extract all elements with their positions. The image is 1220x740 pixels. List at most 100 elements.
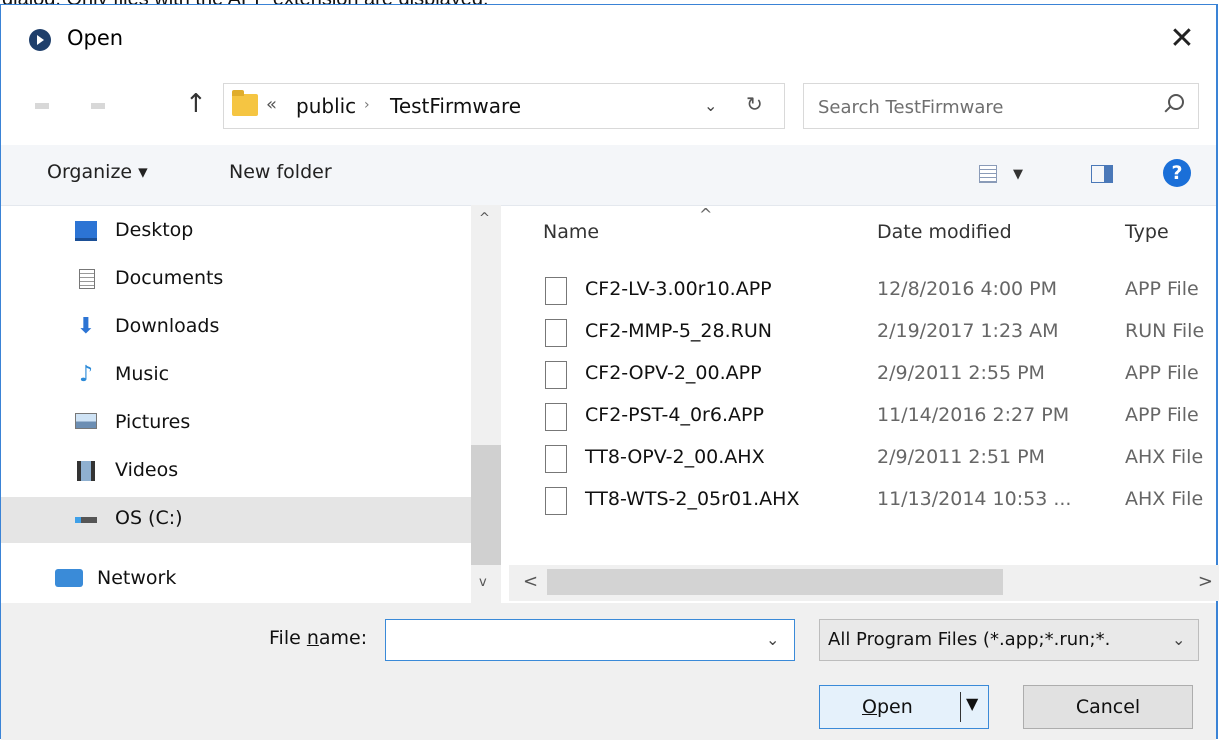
view-options-icon[interactable] (979, 165, 997, 183)
file-name-combobox[interactable]: ⌄ (385, 619, 795, 661)
file-type: APP File (1125, 404, 1199, 426)
breadcrumb-public[interactable]: public (296, 94, 356, 118)
back-forward-buttons[interactable] (31, 93, 151, 119)
preview-pane-icon[interactable] (1091, 165, 1113, 183)
file-row[interactable]: CF2-OPV-2_00.APP 2/9/2011 2:55 PM APP Fi… (509, 353, 1209, 399)
file-icon (545, 445, 567, 473)
forward-arrow-icon[interactable] (91, 103, 105, 109)
nav-item-downloads[interactable]: ⬇ Downloads (1, 305, 471, 351)
file-type: RUN File (1125, 320, 1205, 342)
file-name: CF2-OPV-2_00.APP (585, 362, 762, 384)
file-date: 12/8/2016 4:00 PM (877, 278, 1058, 300)
file-date: 2/9/2011 2:51 PM (877, 446, 1045, 468)
file-type: AHX File (1125, 446, 1204, 468)
file-row[interactable]: CF2-PST-4_0r6.APP 11/14/2016 2:27 PM APP… (509, 395, 1209, 441)
sort-ascending-icon: ^ (699, 205, 713, 224)
file-name-dropdown-icon[interactable]: ⌄ (766, 630, 779, 649)
nav-scroll-thumb[interactable] (471, 445, 501, 565)
documents-icon (79, 269, 95, 289)
file-date: 2/9/2011 2:55 PM (877, 362, 1045, 384)
music-icon: ♪ (78, 362, 94, 387)
open-dialog: Open ✕ ↑ « public › TestFirmware ⌄ ↻ Org… (0, 4, 1219, 740)
nav-item-label: Pictures (115, 411, 191, 433)
breadcrumb-testfirmware[interactable]: TestFirmware (390, 94, 521, 118)
file-type-filter[interactable]: All Program Files (*.app;*.run;*. ⌄ (819, 619, 1199, 661)
nav-item-documents[interactable]: Documents (1, 257, 471, 303)
desktop-icon (75, 221, 97, 241)
open-dropdown-icon[interactable]: ▼ (966, 694, 978, 713)
title-bar: Open ✕ (1, 5, 1216, 71)
scroll-right-icon[interactable]: > (1198, 571, 1213, 592)
file-type-filter-value: All Program Files (*.app;*.run;*. (828, 629, 1111, 650)
nav-item-videos[interactable]: Videos (1, 449, 471, 495)
nav-item-label: Documents (115, 267, 224, 289)
new-folder-button[interactable]: New folder (229, 161, 332, 183)
open-button[interactable]: Open ▼ (819, 685, 989, 729)
file-icon (545, 277, 567, 305)
address-bar[interactable]: « public › TestFirmware ⌄ ↻ (223, 83, 785, 129)
network-icon (55, 569, 83, 587)
file-type: APP File (1125, 362, 1199, 384)
window-title: Open (67, 26, 124, 50)
scroll-left-icon[interactable]: < (523, 571, 538, 592)
file-row[interactable]: TT8-OPV-2_00.AHX 2/9/2011 2:51 PM AHX Fi… (509, 437, 1209, 483)
nav-item-label: Downloads (115, 315, 220, 337)
view-dropdown-icon[interactable]: ▼ (1013, 167, 1023, 182)
help-icon[interactable]: ? (1163, 159, 1191, 187)
scroll-up-icon[interactable]: ^ (479, 211, 490, 226)
back-arrow-icon[interactable] (35, 103, 49, 109)
open-button-label: Open (862, 696, 913, 718)
filter-dropdown-icon[interactable]: ⌄ (1172, 630, 1185, 649)
file-row[interactable]: CF2-MMP-5_28.RUN 2/19/2017 1:23 AM RUN F… (509, 311, 1209, 357)
file-name: TT8-WTS-2_05r01.AHX (585, 488, 800, 510)
breadcrumb-separator: › (364, 97, 370, 113)
nav-item-os-c[interactable]: OS (C:) (1, 497, 471, 543)
file-scroll-thumb[interactable] (547, 569, 1003, 595)
command-toolbar: Organize ▾ New folder ▼ ? (1, 145, 1216, 206)
cancel-button[interactable]: Cancel (1023, 685, 1193, 729)
file-horizontal-scrollbar[interactable]: < > (509, 565, 1219, 601)
file-icon (545, 319, 567, 347)
file-name-label-end: ame: (318, 627, 368, 649)
search-input[interactable] (816, 93, 1140, 121)
file-icon (545, 361, 567, 389)
file-row[interactable]: CF2-LV-3.00r10.APP 12/8/2016 4:00 PM APP… (509, 269, 1209, 315)
file-name-input[interactable] (394, 626, 748, 656)
nav-item-network[interactable]: Network (1, 557, 471, 603)
videos-icon (77, 461, 95, 481)
search-icon[interactable] (1168, 94, 1184, 110)
file-row[interactable]: TT8-WTS-2_05r01.AHX 11/13/2014 10:53 ...… (509, 479, 1209, 525)
column-header-type[interactable]: Type (1125, 221, 1169, 243)
scroll-down-icon[interactable]: v (479, 575, 487, 590)
up-arrow-icon[interactable]: ↑ (185, 89, 207, 119)
nav-item-pictures[interactable]: Pictures (1, 401, 471, 447)
column-header-date[interactable]: Date modified (877, 221, 1012, 243)
nav-vertical-scrollbar[interactable]: ^ v (471, 205, 501, 603)
navigation-pane: Desktop Documents ⬇ Downloads ♪ Music Pi… (1, 205, 501, 603)
drive-icon (75, 517, 97, 523)
nav-item-music[interactable]: ♪ Music (1, 353, 471, 399)
file-name-label-accelerator: n (306, 627, 319, 649)
file-type: AHX File (1125, 488, 1204, 510)
address-dropdown-icon[interactable]: ⌄ (704, 96, 717, 115)
nav-item-label: OS (C:) (115, 507, 183, 529)
file-name: CF2-LV-3.00r10.APP (585, 278, 772, 300)
folder-icon (232, 90, 258, 116)
refresh-icon[interactable]: ↻ (746, 92, 763, 116)
file-date: 2/19/2017 1:23 AM (877, 320, 1059, 342)
downloads-icon: ⬇ (76, 314, 96, 339)
file-name-label: File name: (269, 627, 367, 649)
file-list: ^ Name Date modified Type CF2-LV-3.00r10… (509, 205, 1219, 603)
organize-button[interactable]: Organize ▾ (47, 161, 148, 183)
file-name-label-start: File (269, 627, 307, 649)
file-name: CF2-PST-4_0r6.APP (585, 404, 764, 426)
file-icon (545, 403, 567, 431)
nav-item-desktop[interactable]: Desktop (1, 209, 471, 255)
open-split-divider (960, 692, 961, 722)
breadcrumb-overflow[interactable]: « (266, 94, 277, 115)
close-button[interactable]: ✕ (1162, 19, 1202, 59)
nav-item-label: Network (97, 567, 177, 589)
search-box[interactable] (803, 83, 1199, 129)
column-header-name[interactable]: Name (543, 221, 599, 243)
file-date: 11/13/2014 10:53 ... (877, 488, 1072, 510)
